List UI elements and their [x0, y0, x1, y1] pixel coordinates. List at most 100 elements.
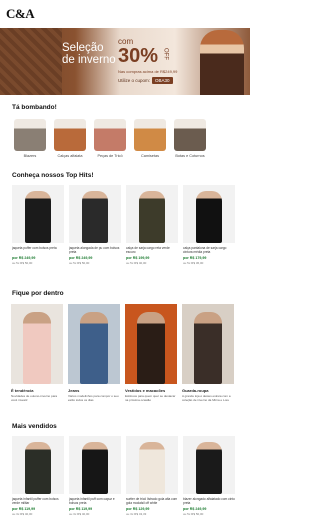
product-name[interactable]: suéter de tricô listrado gola alta com g… — [126, 497, 178, 505]
inside-card-description: Novidades de outono-inverno para você in… — [11, 394, 58, 402]
product-price: por R$ 199,99 — [126, 256, 150, 260]
best-sellers-section: Mais vendidos jaqueta infantil puffer co… — [0, 423, 250, 516]
product-installments: ou 3x R$ 40,00 — [12, 512, 33, 516]
hero-model-right-image — [200, 30, 244, 95]
trending-item[interactable]: Botas e Coturnos — [174, 119, 206, 158]
product-price: por R$ 249,99 — [69, 256, 93, 260]
product-image[interactable] — [126, 185, 178, 243]
product-installments: ou 5x R$ 50,00 — [12, 261, 33, 265]
product-image[interactable] — [12, 185, 64, 243]
product-card[interactable]: calça pantalona de sarja cargo cintura m… — [183, 185, 235, 265]
product-name[interactable]: jaqueta infantil puff com capuz e bolsos… — [69, 497, 121, 505]
trending-thumbnail — [134, 119, 166, 151]
trending-label: Peças de Tricô — [97, 154, 123, 158]
trending-item[interactable]: Camisetas — [134, 119, 166, 158]
hero-coupon: Utilize o cupom: OBA30 — [118, 77, 173, 84]
product-card[interactable]: blazer alongado alfaiatado com cinto pre… — [183, 436, 235, 516]
site-header: C&A — [0, 0, 250, 28]
product-installments: ou 5x R$ 36,00 — [183, 261, 204, 265]
product-image[interactable] — [183, 185, 235, 243]
inside-card-title[interactable]: É tendência — [11, 388, 63, 393]
trending-item[interactable]: Calças alfaiata — [54, 119, 86, 158]
hero-offer-value: 30% — [118, 45, 159, 67]
inside-image[interactable] — [11, 304, 63, 384]
product-image[interactable] — [183, 436, 235, 494]
product-installments: ou 3x R$ 43,33 — [126, 512, 147, 516]
top-hits-section: Conheça nossos Top Hits! jaqueta puffer … — [0, 172, 250, 265]
product-image[interactable] — [69, 185, 121, 243]
product-card[interactable]: jaqueta infantil puffer com bolsos verde… — [12, 436, 64, 516]
product-image[interactable] — [126, 436, 178, 494]
inside-figure — [80, 312, 108, 384]
trending-thumbnail — [14, 119, 46, 151]
inside-card[interactable]: Jeans Vários modelinhos para compor o seu… — [68, 304, 120, 402]
trending-label: Blazers — [23, 154, 37, 158]
inside-card-description: Vários modelinhos para compor o seu esti… — [68, 394, 119, 402]
trending-label: Calças alfaiata — [57, 154, 83, 158]
inside-figure — [137, 312, 165, 384]
inside-card[interactable]: Vestidos e macacões Estilosos para quem q… — [125, 304, 177, 402]
product-card[interactable]: suéter de tricô listrado gola alta com g… — [126, 436, 178, 516]
best-sellers-title: Mais vendidos — [12, 423, 57, 430]
inside-card[interactable]: É tendência Novidades de outono-inverno p… — [11, 304, 63, 402]
product-name[interactable]: calça de sarja cargo reta verde escuro — [126, 246, 178, 254]
product-figure — [25, 191, 51, 243]
product-price: por R$ 129,99 — [126, 507, 150, 511]
inside-card-title[interactable]: Jeans — [68, 388, 120, 393]
inside-image[interactable] — [182, 304, 234, 384]
product-figure — [196, 191, 222, 243]
top-hits-list: jaqueta puffer com bolsos preta por R$ 24… — [0, 185, 250, 265]
top-hits-title: Conheça nossos Top Hits! — [12, 172, 94, 179]
inside-card[interactable]: Guarda-roupa A grande loja é destes estre… — [182, 304, 234, 402]
product-name[interactable]: calça pantalona de sarja cargo cintura m… — [183, 246, 235, 254]
product-card[interactable]: jaqueta puffer com bolsos preta por R$ 24… — [12, 185, 64, 265]
product-figure — [25, 442, 51, 494]
inside-card-title[interactable]: Guarda-roupa — [182, 388, 234, 393]
product-image[interactable] — [69, 436, 121, 494]
logo[interactable]: C&A — [6, 6, 35, 22]
inside-card-description: A grande loja é destes estreia com a col… — [182, 394, 231, 402]
inside-figure — [194, 312, 222, 384]
trending-thumbnail — [54, 119, 86, 151]
product-card[interactable]: jaqueta infantil puff com capuz e bolsos… — [69, 436, 121, 516]
product-card[interactable]: jaqueta alongada de pu com bolsos preta p… — [69, 185, 121, 265]
product-installments: ou 5x R$ 50,00 — [69, 261, 90, 265]
product-price: por R$ 179,99 — [183, 256, 207, 260]
product-name[interactable]: jaqueta infantil puffer com bolsos verde… — [12, 497, 64, 505]
trending-thumbnail — [174, 119, 206, 151]
inside-section: Fique por dentro É tendência Novidades de… — [0, 290, 250, 402]
product-name[interactable]: blazer alongado alfaiatado com cinto pre… — [183, 497, 235, 505]
inside-card-description: Estilosos para quem quer se destacar na … — [125, 394, 176, 402]
trending-section: Tá bombando! Blazers Calças alfaiata Peças… — [0, 104, 250, 158]
product-figure — [82, 442, 108, 494]
coupon-label: Utilize o cupom: — [118, 78, 151, 83]
product-price: por R$ 249,99 — [12, 256, 36, 260]
trending-item[interactable]: Blazers — [14, 119, 46, 158]
trending-title: Tá bombando! — [12, 104, 57, 111]
product-installments: ou 5x R$ 40,00 — [126, 261, 147, 265]
product-figure — [139, 191, 165, 243]
inside-card-title[interactable]: Vestidos e macacões — [125, 388, 177, 393]
inside-figure — [23, 312, 51, 384]
product-card[interactable]: calça de sarja cargo reta verde escuro po… — [126, 185, 178, 265]
hero-note: Nas compras acima de R$249,99 — [118, 69, 178, 74]
product-price: por R$ 249,99 — [183, 507, 207, 511]
trending-label: Camisetas — [141, 154, 159, 158]
inside-image[interactable] — [125, 304, 177, 384]
product-installments: ou 5x R$ 50,00 — [183, 512, 204, 516]
trending-item[interactable]: Peças de Tricô — [94, 119, 126, 158]
product-name[interactable]: jaqueta alongada de pu com bolsos preta — [69, 246, 121, 254]
inside-list: É tendência Novidades de outono-inverno p… — [0, 304, 250, 402]
inside-title: Fique por dentro — [12, 290, 64, 297]
product-figure — [139, 442, 165, 494]
product-price: por R$ 119,99 — [69, 507, 93, 511]
inside-image[interactable] — [68, 304, 120, 384]
product-name[interactable]: jaqueta puffer com bolsos preta — [12, 246, 64, 254]
trending-thumbnail — [94, 119, 126, 151]
hero-banner[interactable]: Seleção de inverno com 30% OFF Nas compr… — [0, 28, 250, 95]
trending-label: Botas e Coturnos — [175, 154, 205, 158]
product-image[interactable] — [12, 436, 64, 494]
page: C&A Seleção de inverno com 30% OFF Nas c… — [0, 0, 250, 521]
trending-list: Blazers Calças alfaiata Peças de Tricô Cami… — [0, 119, 250, 158]
coupon-code[interactable]: OBA30 — [152, 77, 173, 84]
